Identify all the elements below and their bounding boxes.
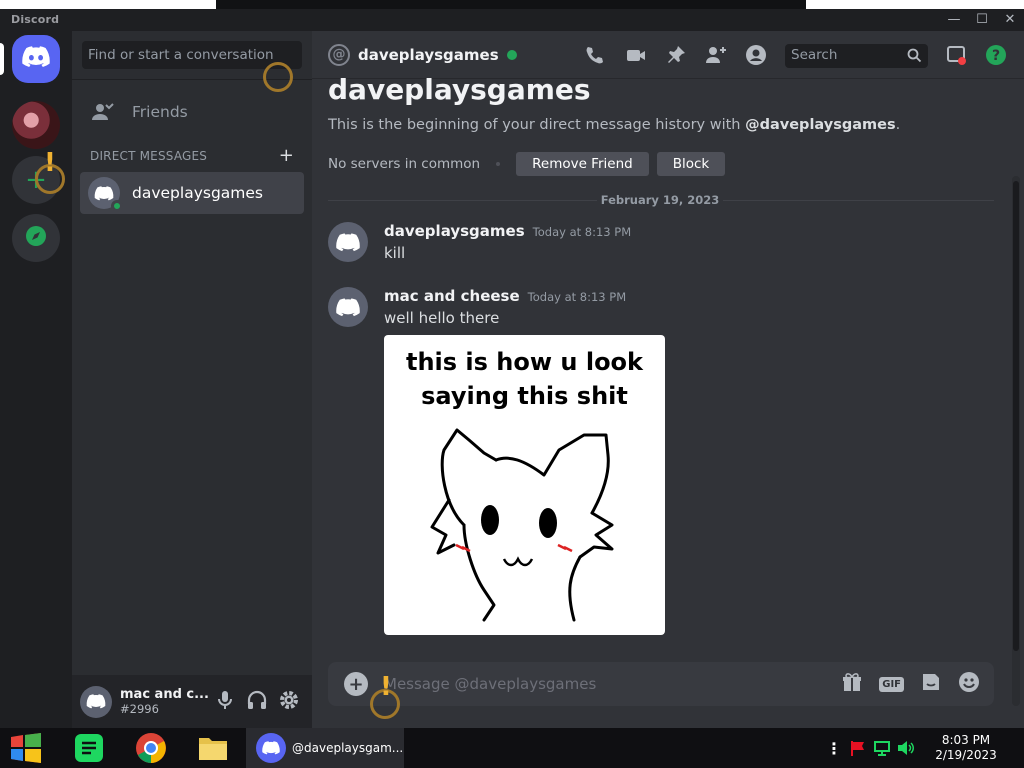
- upload-plus-icon[interactable]: +: [344, 672, 368, 696]
- screen-top-strip-dark: [216, 0, 806, 9]
- avatar[interactable]: [328, 222, 368, 262]
- message-timestamp: Today at 8:13 PM: [527, 290, 627, 304]
- avatar: [88, 177, 123, 212]
- user-profile-icon[interactable]: [744, 43, 768, 67]
- avatar[interactable]: [80, 685, 112, 718]
- welcome-title: daveplaysgames: [328, 73, 591, 106]
- create-dm-icon[interactable]: +: [279, 147, 294, 165]
- chat-main: @ daveplaysgames Search ? daveplaysgames…: [312, 31, 1024, 728]
- settings-gear-icon[interactable]: [278, 689, 300, 715]
- dm-header: DIRECT MESSAGES +: [90, 147, 294, 165]
- clock-date: 2/19/2023: [935, 748, 997, 762]
- search-input[interactable]: Search: [785, 44, 928, 68]
- windows-taskbar: @daveplaysgam... ⋮ 8:03 PM 2/19/2023: [0, 728, 1024, 768]
- voice-call-icon[interactable]: [583, 43, 607, 67]
- welcome-subtitle-prefix: This is the beginning of your direct mes…: [328, 117, 746, 133]
- message-author[interactable]: daveplaysgames: [384, 222, 525, 240]
- message-input[interactable]: Message @daveplaysgames: [384, 675, 841, 693]
- home-button[interactable]: [12, 35, 60, 83]
- volume-icon[interactable]: [896, 732, 916, 764]
- remove-friend-button[interactable]: Remove Friend: [516, 152, 649, 176]
- date-divider-label: February 19, 2023: [596, 193, 724, 207]
- user-tag: #2996: [120, 702, 159, 716]
- friends-nav-item[interactable]: Friends: [80, 91, 304, 133]
- minimize-button[interactable]: —: [943, 12, 965, 27]
- date-divider: February 19, 2023: [312, 193, 1008, 207]
- chrome-icon[interactable]: [133, 732, 169, 764]
- microphone-icon[interactable]: [214, 689, 236, 715]
- gift-icon[interactable]: [841, 671, 863, 697]
- message-item[interactable]: mac and cheese Today at 8:13 PM well hel…: [328, 287, 626, 327]
- discord-icon: [256, 733, 286, 763]
- online-status-dot: [506, 49, 517, 60]
- clock-time: 8:03 PM: [941, 733, 991, 747]
- server-avatar[interactable]: [12, 101, 60, 149]
- explore-button[interactable]: [12, 214, 60, 262]
- channel-name: daveplaysgames: [358, 45, 499, 64]
- help-icon[interactable]: ?: [984, 43, 1008, 67]
- message-item[interactable]: daveplaysgames Today at 8:13 PM kill: [328, 222, 631, 262]
- pin-icon[interactable]: [664, 43, 688, 67]
- username: mac and c...: [120, 687, 209, 702]
- flag-icon[interactable]: [848, 732, 868, 764]
- user-panel: mac and c... #2996: [72, 675, 312, 728]
- dm-name: daveplaysgames: [132, 184, 263, 202]
- sticker-icon[interactable]: [920, 671, 942, 697]
- add-friends-to-dm-icon[interactable]: [704, 43, 728, 67]
- dm-sidebar: Find or start a conversation Friends DIR…: [72, 31, 312, 728]
- search-icon: [907, 48, 922, 67]
- maximize-button[interactable]: ☐: [971, 12, 993, 27]
- dm-item-daveplaysgames[interactable]: daveplaysgames: [80, 172, 304, 214]
- user-names[interactable]: mac and c... #2996: [120, 687, 214, 716]
- spotify-like-app-icon[interactable]: [72, 732, 106, 764]
- no-servers-text: No servers in common: [328, 156, 481, 172]
- windows-start-icon[interactable]: [8, 732, 44, 764]
- video-call-icon[interactable]: [624, 43, 648, 67]
- welcome-actions: No servers in common Remove Friend Block: [328, 152, 733, 176]
- file-explorer-icon[interactable]: [196, 732, 230, 764]
- online-status-dot: [111, 200, 123, 212]
- taskbar-discord-window[interactable]: @daveplaysgam...: [246, 728, 404, 768]
- emoji-icon[interactable]: [958, 671, 980, 697]
- overflow-menu-icon[interactable]: ⋮: [826, 732, 842, 764]
- avatar[interactable]: [328, 287, 368, 327]
- close-button[interactable]: ✕: [999, 12, 1021, 27]
- message-composer[interactable]: + Message @daveplaysgames GIF: [328, 662, 994, 706]
- cat-drawing-image: [430, 428, 614, 622]
- compass-icon: [25, 225, 47, 251]
- screen-top-strip: [0, 0, 1024, 9]
- gif-button[interactable]: GIF: [879, 676, 904, 692]
- block-button[interactable]: Block: [656, 152, 726, 176]
- scrollbar-thumb[interactable]: [1013, 181, 1019, 651]
- system-clock[interactable]: 8:03 PM 2/19/2023: [928, 733, 1004, 763]
- network-icon[interactable]: [872, 732, 892, 764]
- title-bar: Discord — ☐ ✕: [0, 9, 1024, 31]
- click-marker: [263, 62, 293, 92]
- message-timestamp: Today at 8:13 PM: [532, 225, 632, 239]
- message-author[interactable]: mac and cheese: [384, 287, 520, 305]
- dm-header-label: DIRECT MESSAGES: [90, 149, 208, 163]
- friends-label: Friends: [132, 103, 188, 121]
- welcome-subtitle-suffix: .: [895, 117, 901, 133]
- inbox-icon[interactable]: [944, 43, 968, 67]
- guild-rail: +: [0, 31, 72, 728]
- selected-pill: [0, 43, 4, 75]
- headphones-icon[interactable]: [246, 689, 268, 715]
- message-text: well hello there: [384, 309, 500, 327]
- dot-separator: [496, 162, 501, 166]
- welcome-subtitle-user: @daveplaysgames: [745, 117, 896, 133]
- image-attachment[interactable]: this is how u look saying this shit: [384, 335, 665, 635]
- message-text: kill: [384, 244, 406, 262]
- taskbar-window-title: @daveplaysgam...: [292, 741, 404, 755]
- discord-icon: [22, 46, 50, 72]
- at-sign-icon: @: [328, 43, 350, 66]
- search-placeholder: Search: [791, 47, 838, 63]
- app-title: Discord: [11, 13, 60, 26]
- friends-icon: [92, 102, 116, 122]
- cursor-exclamation-icon: !: [380, 672, 392, 702]
- cursor-exclamation-icon: !: [44, 148, 56, 178]
- svg-text:?: ?: [992, 48, 1000, 64]
- welcome-subtitle: This is the beginning of your direct mes…: [328, 117, 900, 133]
